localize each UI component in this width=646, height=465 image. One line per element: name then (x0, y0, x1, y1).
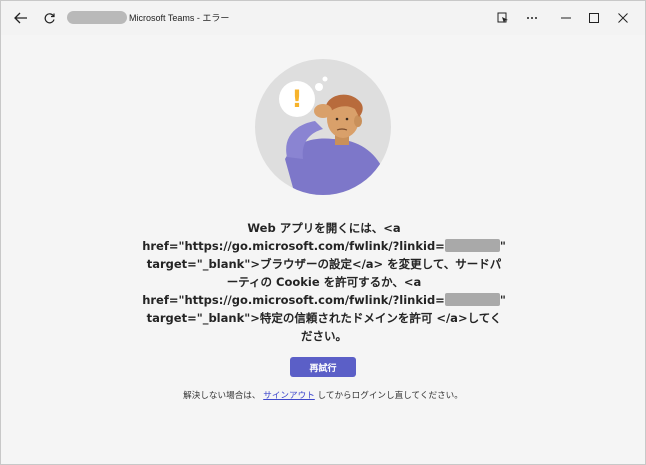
back-arrow-icon[interactable] (11, 8, 31, 28)
footer-prefix: 解決しない場合は、 (183, 391, 261, 401)
error-line: Web アプリを開くには、<a (247, 221, 401, 235)
redacted-link-id (444, 293, 500, 306)
error-line: " (499, 239, 506, 253)
title-bar: Microsoft Teams - エラー (1, 1, 645, 35)
error-line: ださい。 (301, 329, 347, 343)
refresh-icon[interactable] (39, 8, 59, 28)
error-line: " (499, 293, 506, 307)
footer-suffix: してからログインし直してください。 (317, 391, 463, 401)
error-illustration: ! (255, 59, 391, 195)
error-line: href="https://go.microsoft.com/fwlink/?l… (142, 239, 445, 253)
error-line-link: href="https://go.microsoft.com/fwlink/?l… (141, 291, 507, 309)
error-line: target="_blank">特定の信頼されたドメインを許可 </a>してく (146, 311, 502, 325)
window-title: Microsoft Teams - エラー (129, 13, 230, 23)
retry-button[interactable]: 再試行 (290, 357, 356, 377)
error-message: Web アプリを開くには、<a href="https://go.microso… (141, 219, 507, 345)
sign-out-link[interactable]: サインアウト (263, 391, 315, 401)
maximize-icon[interactable] (584, 8, 604, 28)
error-line-link: href="https://go.microsoft.com/fwlink/?l… (141, 237, 507, 255)
redacted-link-id (444, 239, 500, 252)
close-icon[interactable] (613, 8, 633, 28)
minimize-icon[interactable] (556, 8, 576, 28)
footer-help-text: 解決しない場合は、 サインアウト してからログインし直してください。 (1, 389, 645, 401)
error-line: target="_blank">ブラウザーの設定</a> を変更して、サードパ (146, 257, 502, 271)
error-line: href="https://go.microsoft.com/fwlink/?l… (142, 293, 445, 307)
app-settings-icon[interactable] (493, 8, 513, 28)
exclamation-icon: ! (292, 85, 303, 113)
more-icon[interactable] (522, 8, 542, 28)
app-window: Microsoft Teams - エラー ! Web アプリを開くには、<a … (0, 0, 646, 465)
error-line: ーティの Cookie を許可するか、<a (226, 275, 422, 289)
error-page: ! Web アプリを開くには、<a href="https://go.micro… (1, 35, 645, 464)
redacted-app-name (67, 11, 127, 24)
